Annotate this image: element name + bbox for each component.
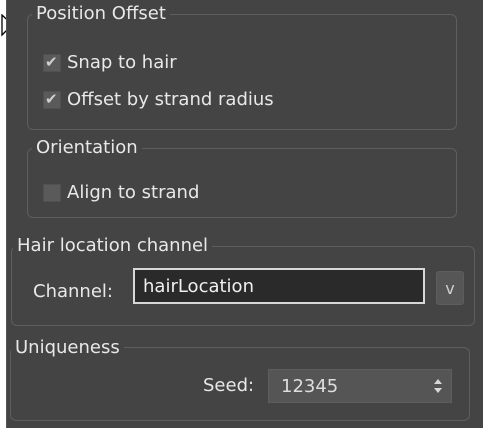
checkmark-icon: ✔ xyxy=(45,52,58,71)
align-to-strand-checkbox-row[interactable]: Align to strand xyxy=(43,182,199,203)
uniqueness-legend: Uniqueness xyxy=(11,338,124,358)
channel-label: Channel: xyxy=(33,281,113,302)
offset-by-strand-radius-label: Offset by strand radius xyxy=(67,89,274,110)
hair-location-channel-legend: Hair location channel xyxy=(13,236,213,256)
snap-to-hair-label: Snap to hair xyxy=(67,52,177,73)
channel-dropdown-button[interactable]: v xyxy=(436,271,464,305)
align-to-strand-label: Align to strand xyxy=(67,182,200,203)
seed-label: Seed: xyxy=(203,375,255,396)
position-offset-legend: Position Offset xyxy=(32,4,170,24)
offset-by-strand-radius-checkbox-row[interactable]: ✔ Offset by strand radius xyxy=(43,89,274,110)
up-down-arrows-icon[interactable] xyxy=(433,377,443,395)
offset-by-strand-radius-checkbox[interactable]: ✔ xyxy=(43,89,61,109)
snap-to-hair-checkbox-row[interactable]: ✔ Snap to hair xyxy=(43,52,177,73)
screenshot-canvas: Position Offset ✔ Snap to hair ✔ Offset … xyxy=(0,0,487,433)
seed-spinner[interactable]: 12345 xyxy=(268,369,452,403)
channel-dropdown-label: v xyxy=(445,278,455,298)
seed-value: 12345 xyxy=(281,375,339,397)
snap-to-hair-checkbox[interactable]: ✔ xyxy=(43,52,61,72)
checkmark-icon: ✔ xyxy=(45,89,58,108)
channel-input[interactable] xyxy=(133,268,425,304)
align-to-strand-checkbox[interactable] xyxy=(43,183,61,202)
orientation-legend: Orientation xyxy=(32,138,142,158)
